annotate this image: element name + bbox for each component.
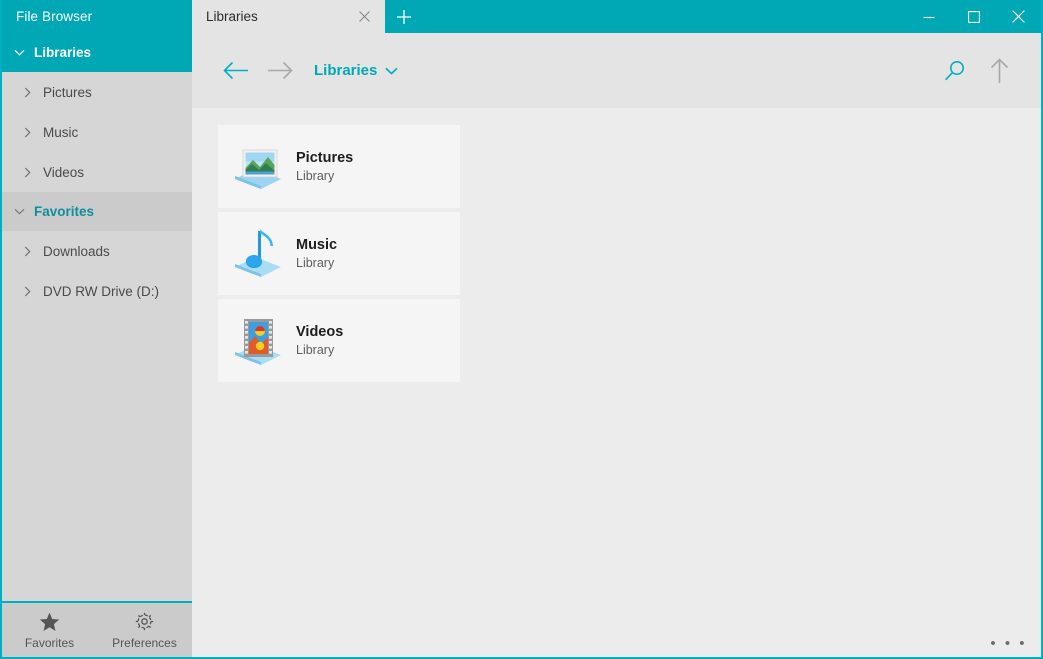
sidebar-item-label: Pictures xyxy=(43,84,92,100)
sidebar: Libraries Pictures Music Videos Favorite… xyxy=(2,33,192,657)
library-item-videos[interactable]: Videos Library xyxy=(218,299,460,382)
breadcrumb-current: Libraries xyxy=(314,62,378,79)
forward-button[interactable] xyxy=(258,49,302,93)
new-tab-button[interactable] xyxy=(385,0,423,33)
chevron-right-icon xyxy=(24,286,43,297)
favorites-button-label: Favorites xyxy=(24,635,75,650)
chevron-down-icon xyxy=(385,62,398,80)
close-button[interactable] xyxy=(996,0,1041,33)
pictures-library-icon xyxy=(218,125,296,208)
gear-icon xyxy=(134,611,155,633)
close-icon xyxy=(1012,10,1025,23)
sidebar-item-label: DVD RW Drive (D:) xyxy=(43,283,159,299)
back-button[interactable] xyxy=(214,49,258,93)
chevron-down-icon xyxy=(14,49,34,56)
sidebar-item-dvd-rw-drive[interactable]: DVD RW Drive (D:) xyxy=(2,271,192,311)
preferences-button[interactable]: Preferences xyxy=(97,603,192,657)
chevron-right-icon xyxy=(24,87,43,98)
sidebar-item-pictures[interactable]: Pictures xyxy=(2,72,192,112)
navigation-toolbar: Libraries xyxy=(192,33,1041,108)
chevron-right-icon xyxy=(24,167,43,178)
sidebar-tree: Libraries Pictures Music Videos Favorite… xyxy=(2,33,192,601)
tab-label: Libraries xyxy=(206,9,258,24)
sidebar-group-favorites[interactable]: Favorites xyxy=(2,192,192,231)
window-controls xyxy=(906,0,1041,33)
library-item-title: Videos xyxy=(296,324,344,340)
minimize-icon xyxy=(923,16,934,18)
sidebar-action-bar: Favorites Preferences xyxy=(2,601,192,657)
music-library-icon xyxy=(218,212,296,295)
sidebar-item-videos[interactable]: Videos xyxy=(2,152,192,192)
chevron-down-icon xyxy=(14,208,34,215)
tab-strip: Libraries xyxy=(192,0,423,33)
titlebar-spacer xyxy=(423,0,906,33)
search-button[interactable] xyxy=(933,49,977,93)
star-icon xyxy=(39,611,60,633)
plus-icon xyxy=(397,9,411,24)
preferences-button-label: Preferences xyxy=(112,635,177,650)
overflow-menu-button[interactable]: • • • xyxy=(990,635,1027,652)
sidebar-group-label: Libraries xyxy=(34,45,92,60)
search-icon xyxy=(945,60,964,80)
maximize-icon xyxy=(967,10,980,23)
sidebar-item-label: Music xyxy=(43,124,79,140)
library-item-subtitle: Library xyxy=(296,256,335,270)
sidebar-group-label: Favorites xyxy=(34,204,95,219)
library-item-music[interactable]: Music Library xyxy=(218,212,460,295)
tab-close-icon[interactable] xyxy=(353,6,375,28)
library-item-subtitle: Library xyxy=(296,169,335,183)
title-bar: File Browser Libraries xyxy=(2,0,1041,33)
favorites-button[interactable]: Favorites xyxy=(2,603,97,657)
app-title: File Browser xyxy=(16,9,93,24)
sidebar-item-music[interactable]: Music xyxy=(2,112,192,152)
tab-libraries[interactable]: Libraries xyxy=(192,0,385,33)
sidebar-item-downloads[interactable]: Downloads xyxy=(2,231,192,271)
library-item-pictures[interactable]: Pictures Library xyxy=(218,125,460,208)
library-item-text: Videos Library xyxy=(296,324,343,357)
minimize-button[interactable] xyxy=(906,0,951,33)
library-item-title: Pictures xyxy=(296,150,354,166)
up-button[interactable] xyxy=(977,49,1021,93)
videos-library-icon xyxy=(218,299,296,382)
library-item-text: Pictures Library xyxy=(296,150,353,183)
arrow-right-icon xyxy=(268,61,293,80)
sidebar-group-libraries[interactable]: Libraries xyxy=(2,33,192,72)
arrow-up-icon xyxy=(990,57,1008,83)
library-item-subtitle: Library xyxy=(296,343,335,357)
breadcrumb[interactable]: Libraries xyxy=(314,62,398,80)
library-item-title: Music xyxy=(296,237,338,253)
arrow-left-icon xyxy=(223,61,248,80)
sidebar-item-label: Videos xyxy=(43,164,85,180)
sidebar-item-label: Downloads xyxy=(43,243,110,259)
maximize-button[interactable] xyxy=(951,0,996,33)
app-window: File Browser Libraries Libraries Picture… xyxy=(0,0,1043,659)
status-bar: • • • xyxy=(192,630,1041,657)
library-list: Pictures Library Music Library Videos Li… xyxy=(192,108,1041,630)
library-item-text: Music Library xyxy=(296,237,337,270)
chevron-right-icon xyxy=(24,127,43,138)
chevron-right-icon xyxy=(24,246,43,257)
content-area: Libraries Pictures Library Music Library… xyxy=(192,33,1041,657)
